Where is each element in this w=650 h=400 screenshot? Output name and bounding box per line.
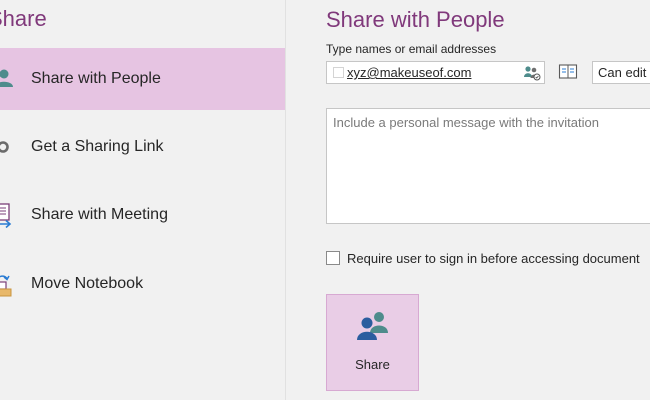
address-book-icon[interactable]: [558, 63, 578, 80]
share-people-icon: [0, 69, 13, 87]
meeting-icon: [0, 203, 12, 228]
nav-item-label: Get a Sharing Link: [31, 138, 164, 155]
share-nav-panel: Share Share with People Get a Sharing Li…: [0, 0, 286, 400]
nav-title: Share: [0, 6, 47, 31]
nav-item-get-sharing-link[interactable]: Get a Sharing Link: [0, 116, 285, 178]
permission-select[interactable]: Can edit: [592, 61, 650, 84]
names-input[interactable]: xyz@makeuseof.com: [326, 61, 545, 84]
check-names-icon[interactable]: [522, 64, 542, 82]
share-button-label: Share: [355, 357, 390, 372]
require-signin-checkbox[interactable]: [326, 251, 340, 265]
recipient-value[interactable]: xyz@makeuseof.com: [347, 65, 471, 80]
nav-item-label: Share with Meeting: [31, 206, 168, 223]
page-title: Share with People: [326, 7, 505, 32]
nav-item-label: Share with People: [31, 70, 161, 87]
nav-item-share-with-meeting[interactable]: Share with Meeting: [0, 184, 285, 246]
personal-message-input[interactable]: [326, 108, 650, 224]
nav-item-move-notebook[interactable]: Move Notebook: [0, 253, 285, 315]
require-signin-label: Require user to sign in before accessing…: [347, 250, 640, 266]
link-icon: [0, 141, 9, 153]
share-backstage: Share Share with People Get a Sharing Li…: [0, 0, 650, 400]
share-people-icon: [357, 312, 388, 340]
share-with-people-panel: Share with People Type names or email ad…: [287, 0, 650, 400]
nav-item-share-with-people[interactable]: Share with People: [0, 48, 285, 110]
names-field-label: Type names or email addresses: [326, 42, 497, 56]
move-notebook-icon: [0, 275, 12, 297]
recipient-checkbox: [333, 67, 344, 78]
require-signin-option[interactable]: Require user to sign in before accessing…: [326, 249, 650, 267]
share-button[interactable]: Share: [326, 294, 419, 391]
nav-item-label: Move Notebook: [31, 275, 144, 292]
